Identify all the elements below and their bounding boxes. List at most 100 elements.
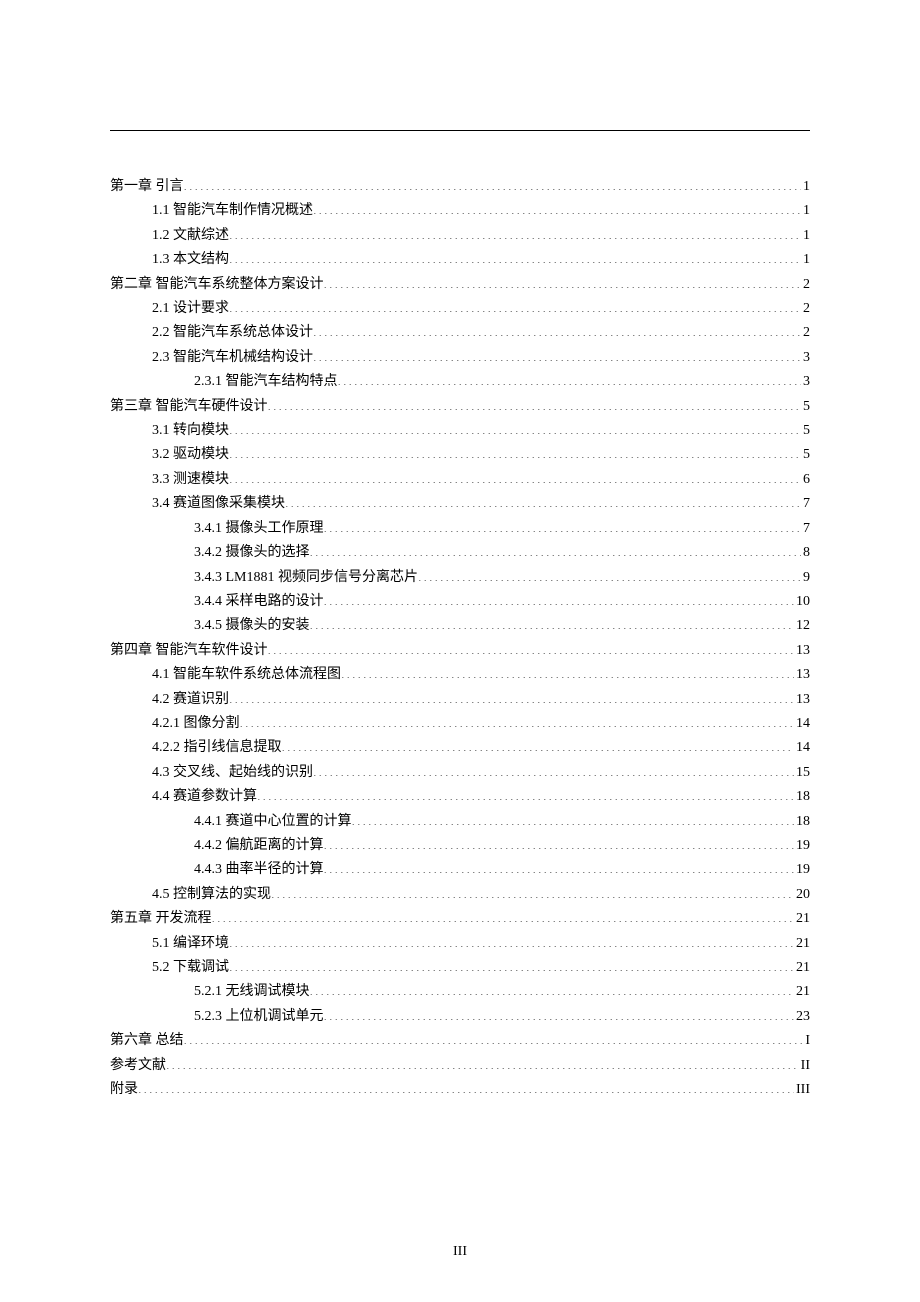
toc-leader-dots xyxy=(310,981,795,995)
toc-label: 5.1 编译环境 xyxy=(152,932,229,956)
toc-entry: 3.2 驱动模块5 xyxy=(110,443,810,467)
table-of-contents: 第一章 引言11.1 智能汽车制作情况概述11.2 文献综述11.3 本文结构1… xyxy=(110,175,810,1102)
toc-label: 4.2.2 指引线信息提取 xyxy=(152,736,282,760)
toc-leader-dots xyxy=(313,322,801,336)
toc-entry: 3.4 赛道图像采集模块7 xyxy=(110,492,810,516)
toc-label: 4.5 控制算法的实现 xyxy=(152,883,271,907)
toc-entry: 3.1 转向模块5 xyxy=(110,419,810,443)
toc-label: 3.4.2 摄像头的选择 xyxy=(194,541,310,565)
toc-leader-dots xyxy=(229,957,794,971)
toc-entry: 4.2.1 图像分割14 xyxy=(110,712,810,736)
toc-page-number: 13 xyxy=(794,639,810,663)
toc-leader-dots xyxy=(324,1006,795,1020)
toc-entry: 5.2.3 上位机调试单元23 xyxy=(110,1005,810,1029)
toc-leader-dots xyxy=(268,640,795,654)
toc-leader-dots xyxy=(212,908,795,922)
toc-entry: 3.4.4 采样电路的设计10 xyxy=(110,590,810,614)
toc-label: 第四章 智能汽车软件设计 xyxy=(110,639,268,663)
toc-entry: 第六章 总结I xyxy=(110,1029,810,1053)
toc-entry: 3.3 测速模块 6 xyxy=(110,468,810,492)
toc-page-number: 10 xyxy=(794,590,810,614)
toc-page-number: 3 xyxy=(801,370,810,394)
toc-entry: 第五章 开发流程21 xyxy=(110,907,810,931)
toc-entry: 4.4.1 赛道中心位置的计算18 xyxy=(110,810,810,834)
toc-leader-dots xyxy=(229,933,794,947)
toc-entry: 2.1 设计要求2 xyxy=(110,297,810,321)
toc-leader-dots xyxy=(268,396,802,410)
toc-entry: 2.3.1 智能汽车结构特点 3 xyxy=(110,370,810,394)
toc-page-number: 8 xyxy=(801,541,810,565)
toc-entry: 5.2.1 无线调试模块 21 xyxy=(110,980,810,1004)
toc-label: 1.2 文献综述 xyxy=(152,224,229,248)
toc-label: 2.2 智能汽车系统总体设计 xyxy=(152,321,313,345)
toc-label: 1.1 智能汽车制作情况概述 xyxy=(152,199,313,223)
toc-entry: 第二章 智能汽车系统整体方案设计2 xyxy=(110,273,810,297)
toc-entry: 5.1 编译环境 21 xyxy=(110,932,810,956)
toc-label: 3.4.5 摄像头的安装 xyxy=(194,614,310,638)
toc-leader-dots xyxy=(257,786,794,800)
toc-entry: 3.4.5 摄像头的安装12 xyxy=(110,614,810,638)
toc-label: 3.3 测速模块 xyxy=(152,468,229,492)
toc-page-number: 18 xyxy=(794,810,810,834)
toc-entry: 1.2 文献综述1 xyxy=(110,224,810,248)
toc-leader-dots xyxy=(338,371,802,385)
toc-page-number: 7 xyxy=(801,517,810,541)
toc-page-number: 14 xyxy=(794,736,810,760)
toc-leader-dots xyxy=(229,469,801,483)
toc-page-number: 1 xyxy=(801,199,810,223)
toc-label: 第六章 总结 xyxy=(110,1029,184,1053)
toc-leader-dots xyxy=(313,200,801,214)
toc-entry: 4.4 赛道参数计算18 xyxy=(110,785,810,809)
toc-leader-dots xyxy=(324,835,795,849)
toc-leader-dots xyxy=(229,225,801,239)
toc-leader-dots xyxy=(271,884,794,898)
toc-leader-dots xyxy=(285,493,801,507)
toc-label: 2.3.1 智能汽车结构特点 xyxy=(194,370,338,394)
toc-entry: 第一章 引言1 xyxy=(110,175,810,199)
toc-label: 3.4.1 摄像头工作原理 xyxy=(194,517,324,541)
toc-leader-dots xyxy=(184,1030,804,1044)
toc-label: 1.3 本文结构 xyxy=(152,248,229,272)
toc-leader-dots xyxy=(229,444,801,458)
toc-entry: 3.4.2 摄像头的选择 8 xyxy=(110,541,810,565)
toc-page-number: 21 xyxy=(794,980,810,1004)
toc-page-number: 21 xyxy=(794,932,810,956)
toc-entry: 5.2 下载调试 21 xyxy=(110,956,810,980)
toc-entry: 4.1 智能车软件系统总体流程图13 xyxy=(110,663,810,687)
document-page: 第一章 引言11.1 智能汽车制作情况概述11.2 文献综述11.3 本文结构1… xyxy=(0,0,920,1102)
toc-label: 第三章 智能汽车硬件设计 xyxy=(110,395,268,419)
toc-page-number: 21 xyxy=(794,956,810,980)
toc-leader-dots xyxy=(313,762,794,776)
toc-page-number: 21 xyxy=(794,907,810,931)
toc-page-number: 20 xyxy=(794,883,810,907)
toc-leader-dots xyxy=(166,1055,799,1069)
toc-leader-dots xyxy=(324,859,795,873)
toc-page-number: 13 xyxy=(794,663,810,687)
toc-entry: 1.1 智能汽车制作情况概述 1 xyxy=(110,199,810,223)
toc-label: 2.3 智能汽车机械结构设计 xyxy=(152,346,313,370)
toc-entry: 附录III xyxy=(110,1078,810,1102)
toc-page-number: 13 xyxy=(794,688,810,712)
toc-entry: 4.5 控制算法的实现 20 xyxy=(110,883,810,907)
toc-page-number: 9 xyxy=(801,566,810,590)
toc-leader-dots xyxy=(240,713,795,727)
toc-leader-dots xyxy=(184,176,802,190)
toc-page-number: 6 xyxy=(801,468,810,492)
toc-label: 4.2.1 图像分割 xyxy=(152,712,240,736)
toc-leader-dots xyxy=(229,298,801,312)
toc-page-number: 5 xyxy=(801,395,810,419)
toc-entry: 4.4.2 偏航距离的计算19 xyxy=(110,834,810,858)
toc-label: 5.2.1 无线调试模块 xyxy=(194,980,310,1004)
toc-leader-dots xyxy=(310,542,802,556)
toc-label: 4.2 赛道识别 xyxy=(152,688,229,712)
toc-label: 3.2 驱动模块 xyxy=(152,443,229,467)
toc-leader-dots xyxy=(282,737,795,751)
toc-page-number: 1 xyxy=(801,175,810,199)
toc-label: 5.2 下载调试 xyxy=(152,956,229,980)
toc-page-number: 2 xyxy=(801,273,810,297)
toc-label: 4.4 赛道参数计算 xyxy=(152,785,257,809)
toc-page-number: 19 xyxy=(794,834,810,858)
toc-page-number: 3 xyxy=(801,346,810,370)
toc-label: 附录 xyxy=(110,1078,138,1102)
toc-label: 2.1 设计要求 xyxy=(152,297,229,321)
